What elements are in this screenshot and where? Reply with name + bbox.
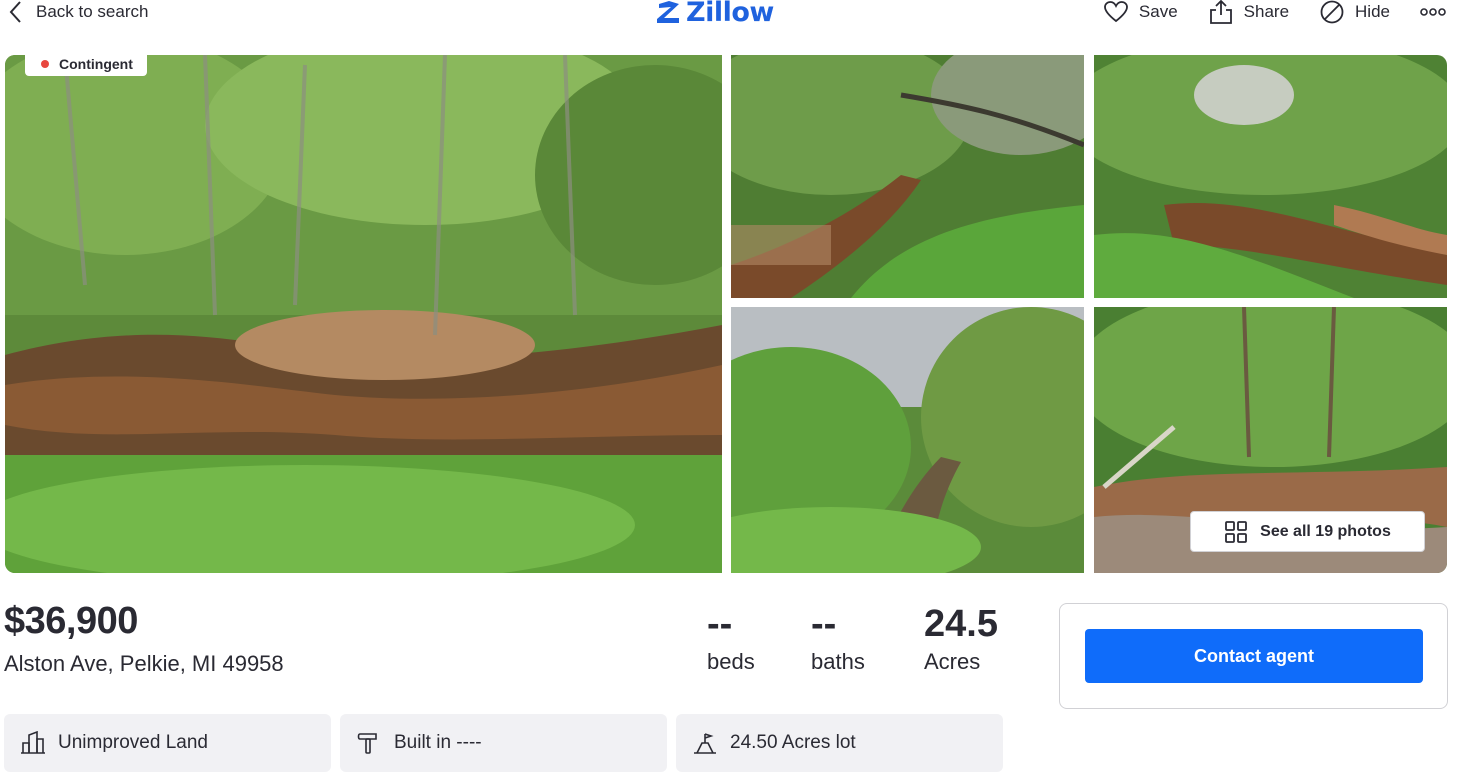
fact-property-type: Unimproved Land: [4, 714, 331, 772]
fact-label: Unimproved Land: [58, 732, 208, 753]
see-all-photos-button[interactable]: See all 19 photos: [1190, 511, 1425, 552]
header-actions: Save Share Hide: [1103, 0, 1446, 24]
more-icon: [1420, 8, 1446, 16]
creek-image-4: [731, 307, 1084, 573]
acres-stat: 24.5 Acres: [924, 600, 998, 676]
contact-agent-button[interactable]: Contact agent: [1085, 629, 1423, 683]
lot-icon: [694, 733, 716, 754]
fact-year-built: Built in ----: [340, 714, 667, 772]
top-bar: Back to search Zillow Save Share Hide: [0, 0, 1462, 28]
zillow-logo-icon: [657, 1, 679, 23]
hide-icon: [1320, 0, 1344, 24]
baths-value: --: [811, 603, 837, 645]
hide-button[interactable]: Hide: [1319, 0, 1390, 24]
share-button[interactable]: Share: [1208, 0, 1289, 24]
hide-label: Hide: [1355, 2, 1390, 21]
beds-value: --: [707, 603, 733, 645]
photo-3[interactable]: [1094, 55, 1447, 298]
photo-2[interactable]: [731, 55, 1084, 298]
fact-lot-size: 24.50 Acres lot: [676, 714, 1003, 772]
beds-label: beds: [707, 649, 755, 674]
status-badge: Contingent: [25, 52, 147, 76]
hammer-icon: [357, 733, 377, 754]
listing-price: $36,900: [4, 600, 138, 642]
creek-image-2: [731, 55, 1084, 298]
contact-card: Contact agent: [1059, 603, 1448, 709]
creek-forest-image: [5, 55, 722, 573]
zillow-logo-text: Zillow: [686, 0, 774, 28]
baths-stat: -- baths: [811, 600, 865, 676]
share-icon: [1209, 0, 1232, 24]
acres-label: Acres: [924, 649, 981, 674]
save-button[interactable]: Save: [1103, 0, 1178, 24]
share-label: Share: [1243, 2, 1290, 21]
save-label: Save: [1138, 2, 1178, 21]
main-photo[interactable]: [5, 55, 722, 573]
status-dot: [41, 60, 49, 68]
beds-stat: -- beds: [707, 600, 755, 676]
photo-4[interactable]: [731, 307, 1084, 573]
back-to-search-link[interactable]: Back to search: [8, 0, 148, 24]
acres-value: 24.5: [924, 603, 998, 645]
creek-image-3: [1094, 55, 1447, 298]
building-icon: [21, 731, 45, 754]
back-label: Back to search: [36, 2, 149, 21]
more-options-button[interactable]: [1420, 0, 1446, 24]
see-all-label: See all 19 photos: [1260, 522, 1391, 540]
facts-row: Unimproved Land Built in ---- 24.50 Acre…: [4, 714, 1003, 772]
heart-icon: [1104, 1, 1128, 23]
zillow-logo[interactable]: Zillow: [656, 0, 774, 28]
status-label: Contingent: [59, 56, 133, 72]
chevron-left-icon: [9, 1, 21, 23]
grid-icon: [1225, 520, 1248, 543]
fact-label: Built in ----: [394, 732, 482, 753]
baths-label: baths: [811, 649, 865, 674]
fact-label: 24.50 Acres lot: [730, 732, 856, 753]
listing-address: Alston Ave, Pelkie, MI 49958: [4, 651, 284, 676]
